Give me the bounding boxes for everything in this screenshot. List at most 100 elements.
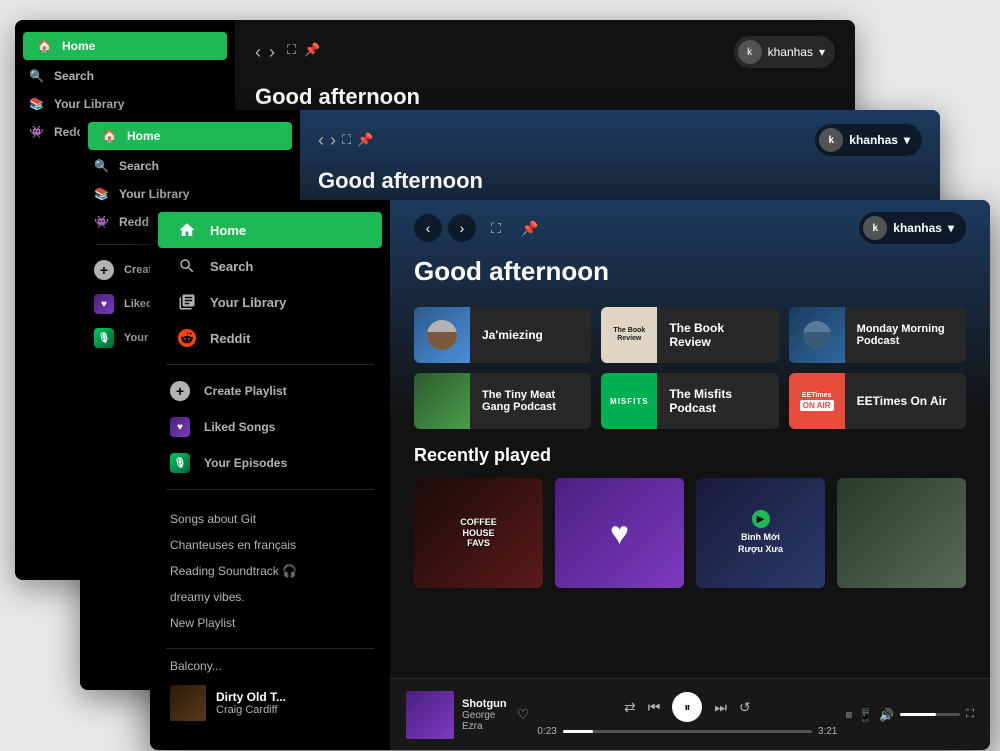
queue-button[interactable]: ≡ [845,708,852,722]
progress-fill [563,730,593,733]
player-progress-bar[interactable]: 0:23 3:21 [537,726,837,737]
card-thumb-jam-l3 [414,307,470,363]
track-thumb-dirty [170,685,206,721]
sidebar-home-l1[interactable]: 🏠 Home [23,32,227,60]
username-l3: khanhas [893,221,942,235]
liked-songs-icon-l3: ♥ [170,417,190,437]
card-label-jam-l3: Ja'miezing [470,328,555,342]
scroll-content-l3[interactable]: Good afternoon Ja'miezing The BookReview… [390,256,990,678]
shuffle-button[interactable]: ⇄ [624,699,636,716]
recent-liked[interactable]: ♥ [555,478,684,588]
sidebar-search-l3[interactable]: Search [158,248,382,284]
search-icon-l2: 🔍 [94,159,109,173]
card-label-mon-l3: Monday Morning Podcast [845,323,966,347]
card-thumb-book-l3: The BookReview [601,307,657,363]
player-track-artist: George Ezra [462,710,509,732]
recent-cover-forest [837,478,966,588]
player-controls: ⇄ ⏮ ⏸ ⏭ ↺ [624,692,751,722]
sidebar-home-l3[interactable]: Home [158,212,382,248]
player-like-button[interactable]: ♡ [517,706,530,723]
playlist-balcony[interactable]: Balcony... [150,653,390,679]
sidebar-create-l3[interactable]: + Create Playlist [158,373,382,409]
volume-button[interactable]: 🔊 [879,708,894,722]
back-arrow-l2[interactable]: ‹ [318,130,324,151]
sidebar-liked-l3[interactable]: ♥ Liked Songs [158,409,382,445]
previous-button[interactable]: ⏮ [648,699,661,716]
expand-icon-l1[interactable]: ⛶ [287,42,296,63]
main-content-l3: ‹ › ⛶ 📌 k khanhas ▾ Good afternoon [390,200,990,750]
card-monday-l3[interactable]: Monday Morning Podcast [789,307,966,363]
sidebar-search-l2[interactable]: 🔍 Search [80,152,300,180]
time-total: 3:21 [818,726,837,737]
search-icon-l3 [178,257,196,275]
player-bar: Shotgun George Ezra ♡ ⇄ ⏮ ⏸ ⏭ ↺ 0:23 [390,678,990,750]
time-current: 0:23 [537,726,556,737]
pin-button-l3[interactable]: 📌 [516,214,544,242]
sidebar-episodes-l3[interactable]: 🎙 Your Episodes [158,445,382,481]
playlist-new[interactable]: New Playlist [150,610,390,636]
volume-fill [900,713,936,716]
back-arrow-l1[interactable]: ‹ [255,42,261,63]
next-button[interactable]: ⏭ [714,699,727,716]
greeting-l1: Good afternoon [255,84,835,110]
forward-arrow-l1[interactable]: › [269,42,275,63]
playlist-reading[interactable]: Reading Soundtrack 🎧 [150,558,390,584]
user-badge-l3[interactable]: k khanhas ▾ [859,212,966,244]
card-eetimes-l3[interactable]: EETimes ON AIR EETimes On Air [789,373,966,429]
back-button-l3[interactable]: ‹ [414,214,442,242]
home-icon-l1: 🏠 [37,39,52,53]
pin-icon-l2[interactable]: 📌 [357,132,373,148]
add-icon-l2: + [94,260,114,280]
user-badge-l2[interactable]: k khanhas ▾ [815,124,922,156]
reddit-icon-l1: 👾 [29,125,44,139]
recent-cover-binh: ▶ Bình MớiRượu Xưa [696,478,825,588]
heart-icon-l2: ♥ [94,294,114,314]
forward-arrow-l2[interactable]: › [330,130,336,151]
forward-button-l3[interactable]: › [448,214,476,242]
library-icon-l2: 📚 [94,187,109,201]
reddit-icon-l3 [178,329,196,347]
recent-forest[interactable] [837,478,966,588]
chevron-down-icon-l3: ▾ [948,221,954,235]
mic-icon-l2: 🎙 [94,328,114,348]
sidebar-home-l2[interactable]: 🏠 Home [88,122,292,150]
expand-icon-l2[interactable]: ⛶ [342,132,351,148]
play-pause-button[interactable]: ⏸ [672,692,702,722]
card-jamiezing-l3[interactable]: Ja'miezing [414,307,591,363]
sidebar-layer3: Home Search Your Library Reddit + [150,200,390,750]
heart-large-icon: ♥ [610,515,629,552]
volume-bar[interactable] [900,713,960,716]
track-card-dirty[interactable]: Dirty Old T... Craig Cardiff [150,679,390,727]
playlist-dreamy[interactable]: dreamy vibes. [150,584,390,610]
playlist-git[interactable]: Songs about Git [150,506,390,532]
library-icon-l1: 📚 [29,97,44,111]
recent-cover-liked: ♥ [555,478,684,588]
playlist-chanteuses[interactable]: Chanteuses en français [150,532,390,558]
card-tinymeat-l3[interactable]: The Tiny Meat Gang Podcast [414,373,591,429]
pin-icon-l1[interactable]: 📌 [304,42,320,63]
header-l3: ‹ › ⛶ 📌 k khanhas ▾ [390,200,990,256]
card-label-book-l3: The Book Review [657,321,778,349]
recent-binhmoi[interactable]: ▶ Bình MớiRượu Xưa [696,478,825,588]
sidebar-library-l3[interactable]: Your Library [158,284,382,320]
repeat-button[interactable]: ↺ [739,699,751,716]
card-thumb-mon-l3 [789,307,845,363]
home-icon-l2: 🏠 [102,129,117,143]
card-bookreview-l3[interactable]: The BookReview The Book Review [601,307,778,363]
recent-coffeehouse[interactable]: COFFEEHOUSEFAVS [414,478,543,588]
recent-cover-coffee: COFFEEHOUSEFAVS [414,478,543,588]
device-button[interactable]: 📱 [858,708,873,722]
nav-arrows-l1: ‹ › ⛶ 📌 [255,42,320,63]
sidebar-divider2-l3 [166,489,374,490]
home-icon-l3 [178,221,196,239]
progress-track[interactable] [563,730,812,733]
sidebar-search-l1[interactable]: 🔍 Search [15,62,235,90]
expand-button-l3[interactable]: ⛶ [482,214,510,242]
user-badge-l1[interactable]: k khanhas ▾ [734,36,835,68]
window-layer3: Home Search Your Library Reddit + [150,200,990,750]
sidebar-reddit-l3[interactable]: Reddit [158,320,382,356]
card-label-tiny-l3: The Tiny Meat Gang Podcast [470,389,591,413]
fullscreen-button[interactable]: ⛶ [966,708,974,721]
chevron-icon-l2: ▾ [904,133,910,147]
card-misfits-l3[interactable]: MISFITS The Misfits Podcast [601,373,778,429]
